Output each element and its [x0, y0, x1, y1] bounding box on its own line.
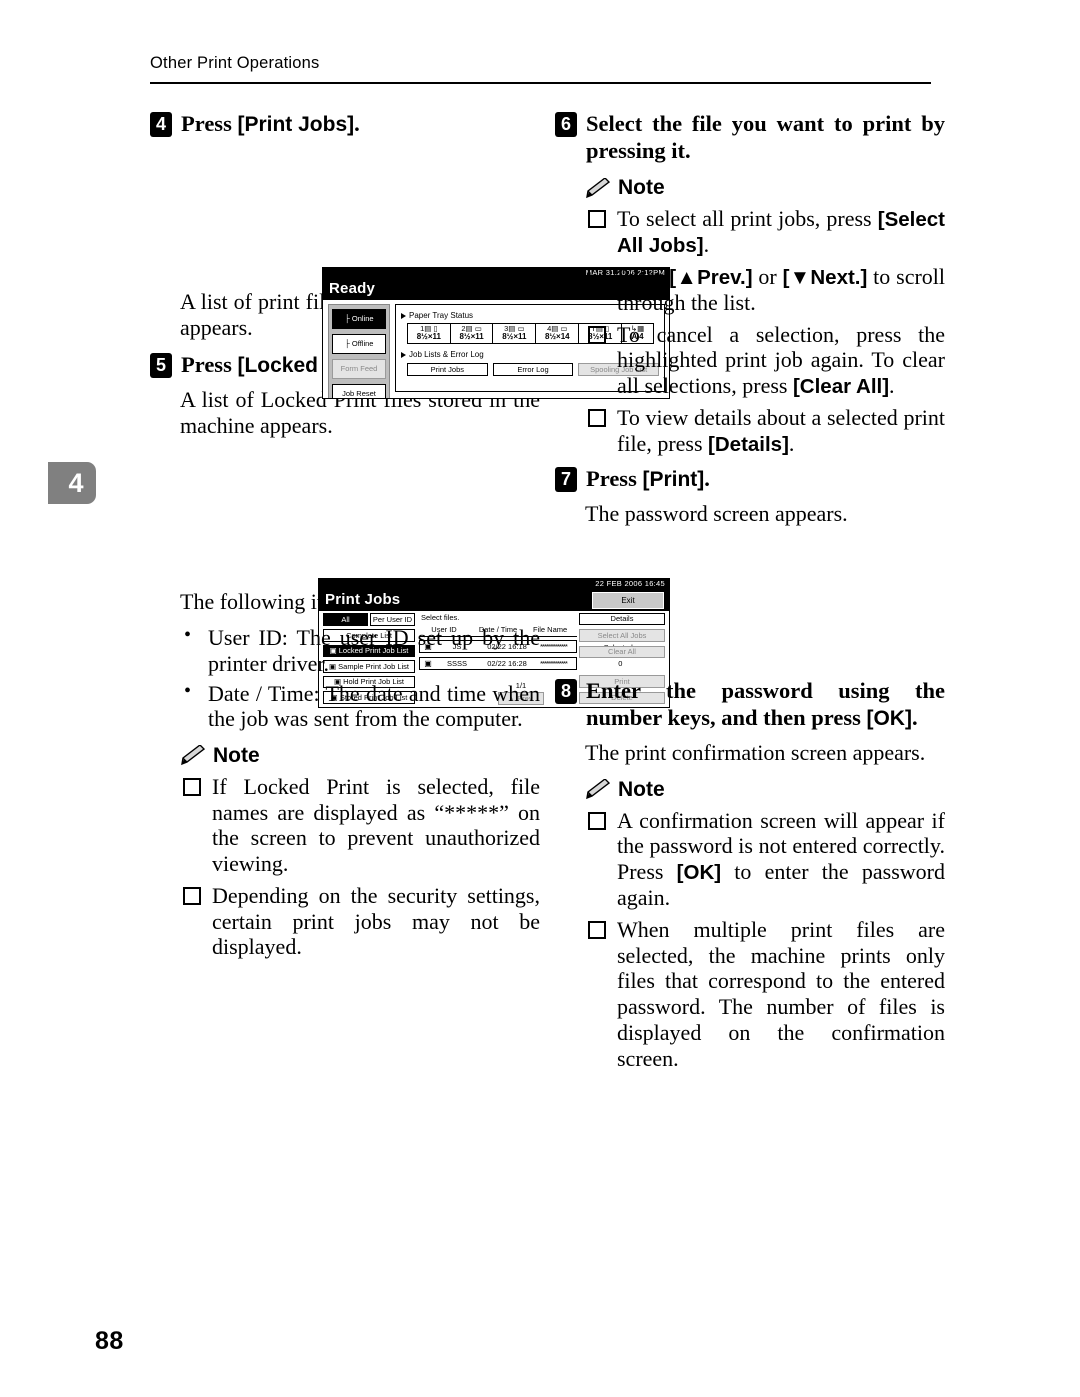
- note-heading-8: Note: [555, 778, 945, 802]
- note-bullet-icon: [588, 920, 606, 939]
- ready-sidebar: ├ Online ├ Offline Form Feed Job Reset: [328, 304, 390, 398]
- para-after-step7: The password screen appears.: [585, 501, 848, 527]
- step-8-heading: 8 Enter the password using the number ke…: [555, 677, 945, 731]
- step-6-heading: 6 Select the file you want to print by p…: [555, 110, 945, 164]
- step-5-prefix: Press: [181, 351, 238, 377]
- right-column: 6 Select the file you want to print by p…: [555, 110, 945, 1079]
- note-bullet-icon: [588, 811, 606, 830]
- note-bullet-icon: [183, 777, 201, 796]
- list-item: Date / Time: The date and time when the …: [150, 680, 540, 732]
- note-label: Note: [618, 176, 665, 199]
- left-column: 4 Press [Print Jobs]. MAR 31.2006 2:12PM…: [150, 110, 670, 968]
- step-number-4: 4: [150, 112, 172, 137]
- pencil-icon: [585, 778, 611, 800]
- note-item: When multiple print files are selected, …: [555, 917, 945, 1071]
- pj-title: Print Jobs: [325, 591, 401, 608]
- offline-button[interactable]: ├ Offline: [332, 334, 386, 354]
- note-bullet-icon: [588, 210, 606, 228]
- pencil-icon: [585, 176, 611, 199]
- note-bullet-icon: [588, 409, 606, 428]
- note-item: To view details about a selected print f…: [555, 405, 945, 457]
- step-number-5: 5: [150, 352, 172, 378]
- note-heading-6: Note: [555, 176, 945, 200]
- pj-filter-toggle: All Per User ID: [323, 613, 415, 626]
- list-item: User ID: The user ID set up by the print…: [150, 624, 540, 676]
- triangle-right-icon: [401, 351, 406, 358]
- step-6-text: Select the file you want to print by pre…: [586, 111, 945, 163]
- select-files-label: Select files.: [421, 613, 460, 622]
- note-item: Depending on the security settings, cert…: [150, 883, 540, 960]
- print-jobs-button[interactable]: Print Jobs: [407, 363, 488, 377]
- filter-per-user-id-button[interactable]: Per User ID: [370, 613, 415, 626]
- paper-tray-status-label: Paper Tray Status: [409, 311, 474, 320]
- online-button[interactable]: ├ Online: [332, 309, 386, 329]
- step-4-key: [Print Jobs]: [237, 113, 355, 136]
- note-item: To select all print jobs, press [Select …: [555, 206, 945, 258]
- note-bullet-icon: [588, 267, 606, 286]
- job-lists-label: Job Lists & Error Log: [409, 350, 484, 360]
- page-number: 88: [95, 1327, 124, 1355]
- running-head: Other Print Operations: [150, 54, 320, 72]
- form-feed-button[interactable]: Form Feed: [332, 359, 386, 379]
- chapter-tab: 4: [48, 462, 96, 504]
- tray-item[interactable]: 2▤ ▭ 8½×11: [451, 324, 494, 344]
- spacer-sc2: [150, 448, 540, 589]
- step-7-text: Press [Print].: [586, 465, 710, 491]
- note-item: To cancel a selection, press the highlig…: [555, 322, 945, 399]
- note-bullet-icon: [588, 325, 606, 344]
- manual-page: Other Print Operations 4 88 4 Press [Pri…: [0, 0, 1080, 1397]
- step-4-prefix: Press: [181, 111, 238, 136]
- header-rule: [150, 82, 931, 84]
- note-item: If Locked Print is selected, file names …: [150, 774, 540, 877]
- note-item: A confirmation screen will appear if the…: [555, 808, 945, 911]
- note-label: Note: [213, 743, 260, 767]
- step-4-text: Press [Print Jobs].: [181, 110, 540, 137]
- tray-item[interactable]: 1▤ ▯ 8½×11: [408, 324, 451, 344]
- ready-title: Ready: [329, 280, 376, 297]
- spacer-sc3: [555, 537, 945, 677]
- filter-all-button[interactable]: All: [323, 613, 368, 626]
- step-number-6: 6: [555, 112, 577, 137]
- tray-item[interactable]: 3▤ ▭ 8½×11: [493, 324, 537, 344]
- note-bullet-icon: [183, 886, 201, 905]
- step-number-8: 8: [555, 678, 577, 704]
- triangle-right-icon: [401, 312, 406, 319]
- notes-step6: To select all print jobs, press [Select …: [555, 206, 945, 457]
- para-after-step8: The print confirmation screen appears.: [585, 739, 926, 765]
- step-8-text: Enter the password using the number keys…: [586, 677, 945, 730]
- note-item: Press [▲Prev.] or [▼Next.] to scroll thr…: [555, 264, 945, 316]
- notes-step8: A confirmation screen will appear if the…: [555, 808, 945, 1072]
- pencil-icon: [180, 744, 206, 766]
- step-7-heading: 7 Press [Print].: [555, 465, 945, 492]
- note-label: Note: [618, 777, 665, 801]
- step-4-heading: 4 Press [Print Jobs].: [150, 110, 540, 137]
- step-number-7: 7: [555, 466, 577, 492]
- step-4-suffix: .: [354, 111, 360, 136]
- note-heading-left: Note: [150, 744, 540, 768]
- job-reset-button[interactable]: Job Reset: [332, 384, 386, 398]
- notes-left: If Locked Print is selected, file names …: [150, 774, 540, 960]
